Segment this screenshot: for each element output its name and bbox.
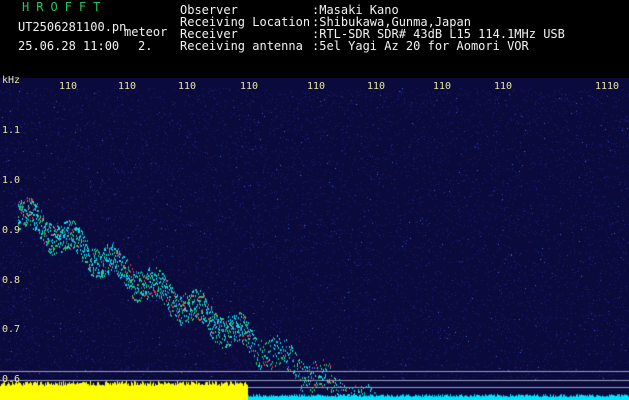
file-name: UT2506281100.pn <box>18 20 127 34</box>
y-tick-label: 1.0 <box>2 175 21 186</box>
x-tick-label: 110 <box>494 81 513 92</box>
antenna-value: :5el Yagi Az 20 for Aomori VOR <box>312 39 529 53</box>
antenna-label: Receiving antenna <box>180 39 303 53</box>
mode-label: meteor <box>124 25 168 39</box>
app-title: HROFFT <box>22 0 108 14</box>
count-value: 2. <box>138 39 153 53</box>
x-tick-label: 110 <box>59 81 78 92</box>
date-time: 25.06.28 11:00 <box>18 39 120 53</box>
x-tick-label: 110 <box>367 81 386 92</box>
x-tick-label: 1110 <box>595 81 620 92</box>
x-tick-label: 110 <box>118 81 137 92</box>
y-tick-label: 0.7 <box>2 324 21 335</box>
y-tick-label: 0.8 <box>2 275 21 286</box>
y-unit-label: kHz <box>2 75 21 86</box>
x-tick-label: 110 <box>433 81 452 92</box>
y-tick-label: 0.6 <box>2 374 21 385</box>
x-tick-label: 110 <box>178 81 197 92</box>
header-panel: HROFFT UT2506281100.pn meteor 25.06.28 1… <box>0 0 629 78</box>
y-tick-label: 1.1 <box>2 125 21 136</box>
y-tick-label: 0.9 <box>2 225 21 236</box>
x-tick-label: 110 <box>307 81 326 92</box>
x-tick-label: 110 <box>240 81 259 92</box>
spectrogram-canvas <box>0 78 629 400</box>
